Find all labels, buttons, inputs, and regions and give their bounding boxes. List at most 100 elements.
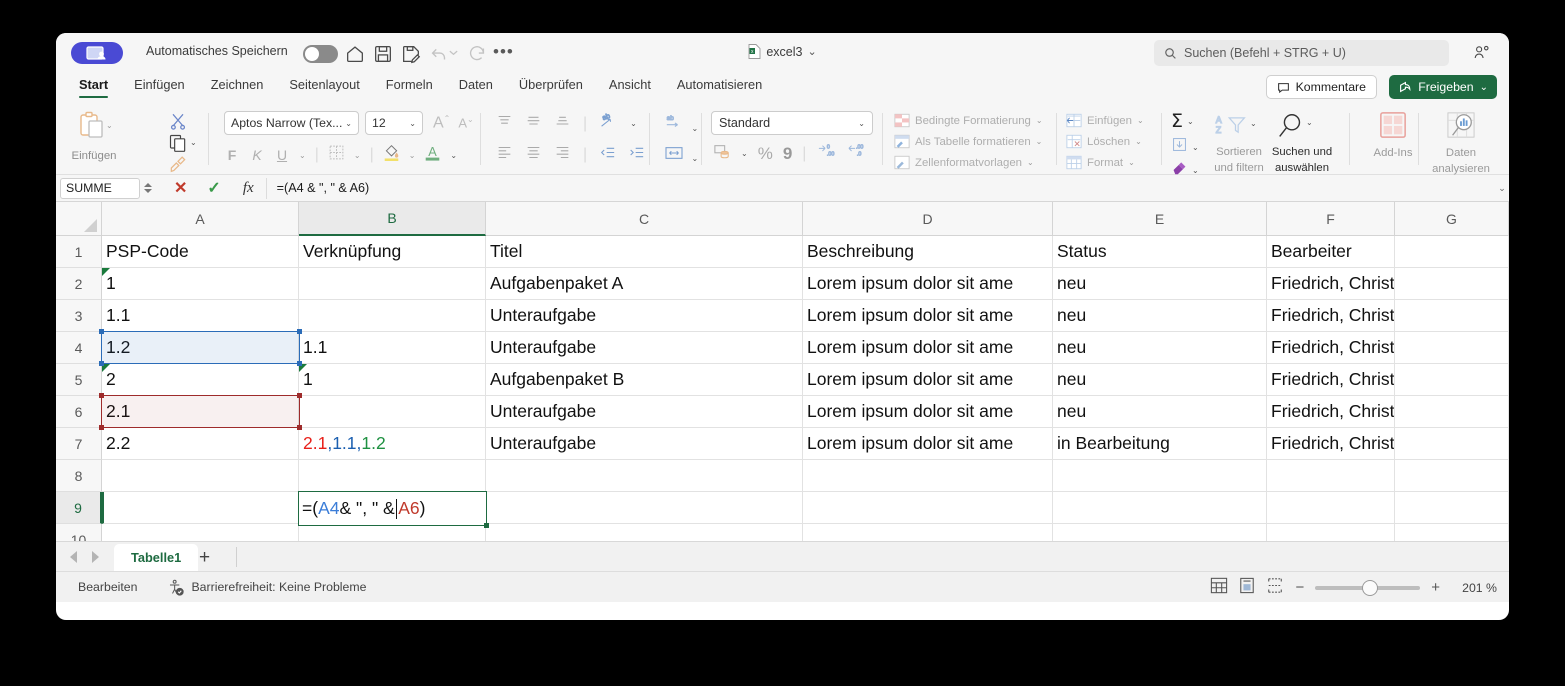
cell-f10[interactable] [1267, 524, 1395, 541]
analyze-data-button[interactable]: Daten analysieren [1426, 111, 1496, 176]
comments-button[interactable]: Kommentare [1265, 75, 1377, 99]
cell-c5[interactable]: Aufgabenpaket B [486, 364, 803, 396]
zoom-in-button[interactable]: + [1431, 579, 1440, 596]
font-size-select[interactable]: 12 ⌄ [365, 111, 423, 135]
cell-a7[interactable]: 2.2 [102, 428, 299, 460]
number-format-select[interactable]: Standard ⌄ [711, 111, 873, 135]
bold-button[interactable]: F [224, 147, 240, 163]
cell-e5[interactable]: neu [1053, 364, 1267, 396]
cancel-x-icon[interactable]: ✕ [174, 178, 187, 198]
cell-g8[interactable] [1395, 460, 1509, 492]
fx-icon[interactable]: fx [243, 180, 254, 197]
page-break-icon[interactable] [1266, 577, 1284, 599]
chevron-down-icon[interactable]: ⌄ [299, 151, 306, 160]
cell-b8[interactable] [299, 460, 486, 492]
tab-ueberpruefen[interactable]: Überprüfen [506, 73, 596, 99]
column-header-g[interactable]: G [1395, 202, 1509, 236]
chevron-down-icon[interactable]: ⌄ [1135, 137, 1142, 146]
chevron-down-icon[interactable]: ⌄ [1036, 116, 1043, 125]
borders-button[interactable] [328, 144, 345, 166]
row-header-7[interactable]: 7 [56, 428, 102, 460]
cell-b10[interactable] [299, 524, 486, 541]
tab-start[interactable]: Start [66, 73, 121, 99]
tab-zeichnen[interactable]: Zeichnen [198, 73, 277, 99]
cell-f2[interactable]: Friedrich, Christoph [1267, 268, 1395, 300]
cell-b1[interactable]: Verknüpfung [299, 236, 486, 268]
row-header-3[interactable]: 3 [56, 300, 102, 332]
cell-c3[interactable]: Unteraufgabe [486, 300, 803, 332]
cell-a4[interactable]: 1.2 [102, 332, 299, 364]
cell-c8[interactable] [486, 460, 803, 492]
increase-indent-icon[interactable] [628, 145, 645, 165]
nav-next-icon[interactable] [92, 551, 99, 563]
cell-f7[interactable]: Friedrich, Christoph [1267, 428, 1395, 460]
font-family-select[interactable]: Aptos Narrow (Tex... ⌄ [224, 111, 359, 135]
cell-a8[interactable] [102, 460, 299, 492]
increase-font-size-icon[interactable]: A⌃ [433, 114, 450, 132]
cell-editor-b9[interactable]: =(A4 & ", " & A6) [298, 491, 489, 528]
chevron-down-icon[interactable]: ⌄ [807, 45, 816, 58]
cell-a9[interactable] [102, 492, 299, 524]
chevron-down-icon[interactable]: ⌄ [1187, 117, 1194, 126]
conditional-formatting-button[interactable]: Bedingte Formatierung ⌄ [894, 110, 1043, 131]
search-input[interactable]: Suchen (Befehl + STRG + U) [1154, 40, 1449, 66]
cell-f4[interactable]: Friedrich, Christoph [1267, 332, 1395, 364]
cell-styles-button[interactable]: Zellenformatvorlagen ⌄ [894, 152, 1043, 173]
cell-b2[interactable] [299, 268, 486, 300]
row-header-2[interactable]: 2 [56, 268, 102, 300]
cell-a6[interactable]: 2.1 [102, 396, 299, 428]
spreadsheet-grid[interactable]: A B C D E F G 1 2 3 4 5 6 7 8 9 10 PSP-C… [56, 202, 1509, 541]
chevron-down-icon[interactable]: ⌄ [630, 119, 637, 128]
chevron-down-icon[interactable]: ⌄ [1480, 82, 1488, 93]
zoom-out-button[interactable]: − [1295, 579, 1304, 596]
cell-b4[interactable]: 1.1 [299, 332, 486, 364]
chevron-down-icon[interactable]: ⌄ [741, 149, 748, 158]
chevron-down-icon[interactable]: ⌄ [450, 151, 457, 160]
cell-e10[interactable] [1053, 524, 1267, 541]
tab-automatisieren[interactable]: Automatisieren [664, 73, 775, 99]
add-sheet-button[interactable]: + [199, 547, 210, 569]
wrap-text-button[interactable]: ab ⌄ [664, 113, 698, 136]
formula-input[interactable]: =(A4 & ", " & A6) [265, 177, 1495, 199]
row-header-9[interactable]: 9 [56, 492, 102, 524]
chevron-down-icon[interactable]: ⌄ [1128, 158, 1135, 167]
cell-e2[interactable]: neu [1053, 268, 1267, 300]
cell-d4[interactable]: Lorem ipsum dolor sit ame [803, 332, 1053, 364]
cell-d2[interactable]: Lorem ipsum dolor sit ame [803, 268, 1053, 300]
chevron-down-icon[interactable]: ⌄ [1027, 158, 1034, 167]
cell-f9[interactable] [1267, 492, 1395, 524]
cell-d6[interactable]: Lorem ipsum dolor sit ame [803, 396, 1053, 428]
cell-g10[interactable] [1395, 524, 1509, 541]
tab-daten[interactable]: Daten [446, 73, 506, 99]
decrease-indent-icon[interactable] [599, 145, 616, 165]
cell-g3[interactable] [1395, 300, 1509, 332]
column-header-f[interactable]: F [1267, 202, 1395, 236]
cell-g5[interactable] [1395, 364, 1509, 396]
cell-c7[interactable]: Unteraufgabe [486, 428, 803, 460]
cell-e1[interactable]: Status [1053, 236, 1267, 268]
column-header-a[interactable]: A [102, 202, 299, 236]
row-header-8[interactable]: 8 [56, 460, 102, 492]
chevron-down-icon[interactable]: ⌄ [1250, 119, 1257, 128]
cell-b3[interactable] [299, 300, 486, 332]
text-orientation-icon[interactable]: ab [599, 112, 618, 134]
align-center-icon[interactable] [525, 145, 542, 165]
tab-einfuegen[interactable]: Einfügen [121, 73, 198, 99]
column-header-c[interactable]: C [486, 202, 803, 236]
font-color-button[interactable]: A [424, 143, 441, 167]
cell-e7[interactable]: in Bearbeitung [1053, 428, 1267, 460]
chevron-down-icon[interactable]: ⌄ [409, 151, 416, 160]
zoom-slider[interactable] [1315, 579, 1421, 596]
cell-g4[interactable] [1395, 332, 1509, 364]
nav-prev-icon[interactable] [70, 551, 77, 563]
chevron-down-icon[interactable]: ⌄ [1036, 137, 1043, 146]
percent-button[interactable]: % [758, 144, 773, 164]
cell-c2[interactable]: Aufgabenpaket A [486, 268, 803, 300]
accept-check-icon[interactable]: ✓ [207, 178, 220, 198]
align-top-icon[interactable] [496, 114, 513, 134]
merge-cells-button[interactable]: ⌄ [664, 145, 698, 166]
normal-view-icon[interactable] [1210, 577, 1228, 599]
cell-b7[interactable]: 2.1, 1.1, 1.2 [299, 428, 486, 460]
chevron-down-icon[interactable]: ⌄ [354, 151, 361, 160]
page-layout-icon[interactable] [1239, 577, 1255, 599]
